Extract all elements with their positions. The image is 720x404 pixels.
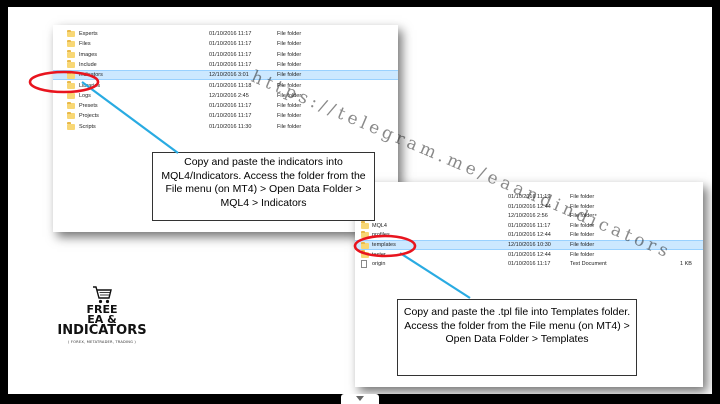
pointer-line-indicators [81,81,179,154]
slide: Experts 01/10/2016 11:17 File folder Files 0… [8,7,712,394]
pointer-line-templates [399,252,471,299]
shopping-cart-icon [93,286,112,304]
logo-tagline: ( FOREX, METATRADER, TRADING ) [67,340,137,344]
chevron-down-icon [356,396,364,401]
highlight-circle-templates [353,234,417,258]
brand-logo: FREE EA & INDICATORS ( FOREX, METATRADER… [48,285,156,370]
highlight-circle-indicators [28,70,100,94]
slide-nav-tab[interactable] [341,394,379,404]
logo-text-indicators: INDICATORS [57,323,147,338]
